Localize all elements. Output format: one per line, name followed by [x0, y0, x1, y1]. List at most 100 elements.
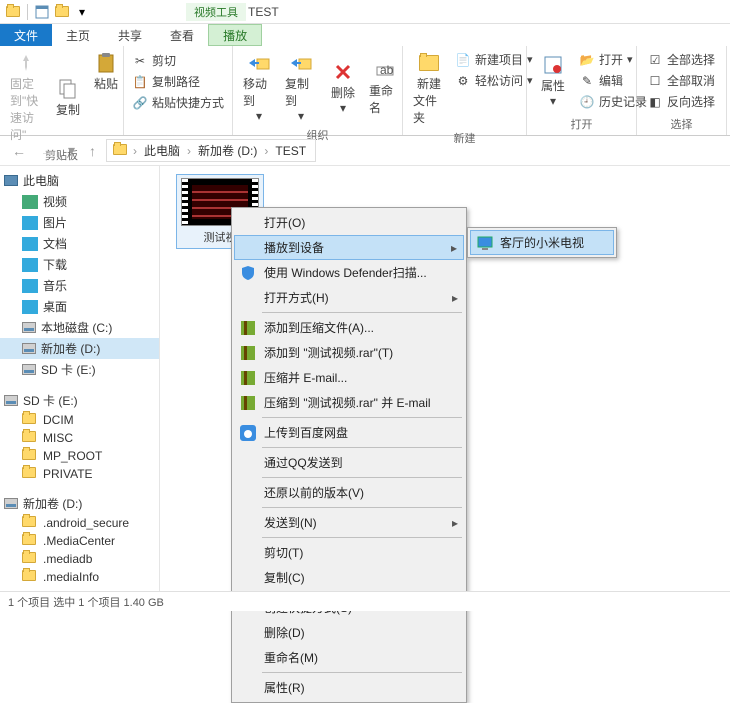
- tree-mediainfo[interactable]: .mediaInfo: [0, 568, 159, 586]
- easyaccess-button[interactable]: ⚙轻松访问▾: [451, 70, 537, 91]
- folder-icon: [22, 516, 38, 530]
- tree-music[interactable]: 音乐: [0, 275, 159, 296]
- selectnone-icon: ☐: [647, 73, 663, 89]
- selectnone-button[interactable]: ☐全部取消: [643, 70, 720, 91]
- separator: [262, 417, 462, 418]
- tree-private[interactable]: PRIVATE: [0, 465, 159, 483]
- delete-button[interactable]: 删除▾: [323, 49, 363, 125]
- ctx-restore[interactable]: 还原以前的版本(V): [234, 480, 464, 505]
- folder-icon: [22, 534, 38, 548]
- copy-button[interactable]: 复制: [48, 49, 88, 145]
- separator: [262, 447, 462, 448]
- rename-button[interactable]: ab重命名: [365, 49, 405, 125]
- tree-ddrive2[interactable]: 新加卷 (D:): [0, 493, 159, 514]
- newitem-button[interactable]: 📄新建项目▾: [451, 49, 537, 70]
- cast-submenu: 客厅的小米电视: [467, 227, 617, 258]
- crumb-folder[interactable]: TEST: [272, 144, 309, 158]
- context-tab-title: 视频工具: [186, 3, 246, 21]
- ctx-properties[interactable]: 属性(R): [234, 675, 464, 700]
- cast-device-mitv[interactable]: 客厅的小米电视: [470, 230, 614, 255]
- ctx-openwith[interactable]: 打开方式(H)▸: [234, 285, 464, 310]
- ctx-defender[interactable]: 使用 Windows Defender扫描...: [234, 260, 464, 285]
- ctx-cast[interactable]: 播放到设备▸: [234, 235, 464, 260]
- tree-cdrive[interactable]: 本地磁盘 (C:): [0, 317, 159, 338]
- tree-misc[interactable]: MISC: [0, 429, 159, 447]
- ctx-zipemail[interactable]: 压缩并 E-mail...: [234, 365, 464, 390]
- invert-button[interactable]: ◧反向选择: [643, 91, 720, 112]
- sd-icon: [4, 395, 18, 406]
- folder-icon: [4, 3, 22, 21]
- ctx-cut[interactable]: 剪切(T): [234, 540, 464, 565]
- tree-pictures[interactable]: 图片: [0, 212, 159, 233]
- recent-dropdown[interactable]: ▾: [64, 142, 79, 159]
- paste-shortcut-button[interactable]: 🔗粘贴快捷方式: [128, 92, 228, 113]
- ctx-rename[interactable]: 重命名(M): [234, 645, 464, 670]
- ctx-delete[interactable]: 删除(D): [234, 620, 464, 645]
- newfolder-icon: [417, 51, 441, 75]
- tree-desktop[interactable]: 桌面: [0, 296, 159, 317]
- back-button[interactable]: ←: [8, 143, 30, 159]
- crumb-thispc[interactable]: 此电脑: [141, 142, 183, 159]
- tree-downloads[interactable]: 下载: [0, 254, 159, 275]
- tree-thispc[interactable]: 此电脑: [0, 170, 159, 191]
- moveto-button[interactable]: 移动到▾: [239, 49, 279, 125]
- ctx-sendto[interactable]: 发送到(N)▸: [234, 510, 464, 535]
- up-button[interactable]: ↑: [85, 143, 100, 159]
- tree-ddrive[interactable]: 新加卷 (D:): [0, 338, 159, 359]
- selectall-button[interactable]: ☑全部选择: [643, 49, 720, 70]
- group-open-label: 打开: [533, 114, 630, 132]
- properties-icon[interactable]: [33, 3, 51, 21]
- tree-dcim[interactable]: DCIM: [0, 411, 159, 429]
- tab-play[interactable]: 播放: [208, 24, 262, 46]
- ctx-copy[interactable]: 复制(C): [234, 565, 464, 590]
- breadcrumb[interactable]: › 此电脑 › 新加卷 (D:) › TEST: [106, 139, 316, 162]
- pc-icon: [4, 175, 18, 186]
- selectall-icon: ☑: [647, 52, 663, 68]
- group-select-label: 选择: [643, 114, 720, 132]
- tv-icon: [476, 234, 494, 252]
- folder-icon: [22, 552, 38, 566]
- separator: [262, 537, 462, 538]
- rar-icon: [239, 394, 257, 412]
- rar-icon: [239, 319, 257, 337]
- pin-icon: [14, 51, 38, 75]
- newfolder-button[interactable]: 新建文件夹: [409, 49, 449, 128]
- paste-button[interactable]: 粘贴: [90, 49, 122, 94]
- new-folder-icon[interactable]: [53, 3, 71, 21]
- tree-sdcard1[interactable]: SD 卡 (E:): [0, 359, 159, 380]
- folder-icon: [22, 467, 38, 481]
- music-icon: [22, 279, 38, 293]
- pin-label1: 固定到"快: [10, 75, 42, 109]
- copyto-button[interactable]: 复制到▾: [281, 49, 321, 125]
- cut-button[interactable]: ✂剪切: [128, 50, 228, 71]
- tree-mediadb[interactable]: .mediadb: [0, 550, 159, 568]
- tab-view[interactable]: 查看: [156, 24, 208, 46]
- copy-path-button[interactable]: 📋复制路径: [128, 71, 228, 92]
- folder-icon: [22, 413, 38, 427]
- tab-file[interactable]: 文件: [0, 24, 52, 46]
- dropdown-icon[interactable]: ▾: [73, 3, 91, 21]
- group-new-label: 新建: [409, 128, 520, 146]
- separator: [262, 312, 462, 313]
- properties-button[interactable]: 属性▾: [533, 49, 573, 112]
- tab-home[interactable]: 主页: [52, 24, 104, 46]
- paste-icon: [94, 51, 118, 75]
- video-icon: [22, 195, 38, 209]
- tree-video[interactable]: 视频: [0, 191, 159, 212]
- ctx-open[interactable]: 打开(O): [234, 210, 464, 235]
- tab-share[interactable]: 共享: [104, 24, 156, 46]
- pin-label2: 速访问": [10, 109, 42, 143]
- ctx-ziprar[interactable]: 压缩到 "测试视频.rar" 并 E-mail: [234, 390, 464, 415]
- tree-mediacenter[interactable]: .MediaCenter: [0, 532, 159, 550]
- navigation-tree[interactable]: 此电脑 视频 图片 文档 下载 音乐 桌面 本地磁盘 (C:) 新加卷 (D:)…: [0, 166, 160, 591]
- rar-icon: [239, 369, 257, 387]
- tree-androidsec[interactable]: .android_secure: [0, 514, 159, 532]
- crumb-ddrive[interactable]: 新加卷 (D:): [195, 142, 260, 159]
- ctx-qqsend[interactable]: 通过QQ发送到: [234, 450, 464, 475]
- tree-mproot[interactable]: MP_ROOT: [0, 447, 159, 465]
- ctx-baidu[interactable]: 上传到百度网盘: [234, 420, 464, 445]
- ctx-addrar[interactable]: 添加到 "测试视频.rar"(T): [234, 340, 464, 365]
- ctx-addarchive[interactable]: 添加到压缩文件(A)...: [234, 315, 464, 340]
- tree-sdcard2[interactable]: SD 卡 (E:): [0, 390, 159, 411]
- tree-documents[interactable]: 文档: [0, 233, 159, 254]
